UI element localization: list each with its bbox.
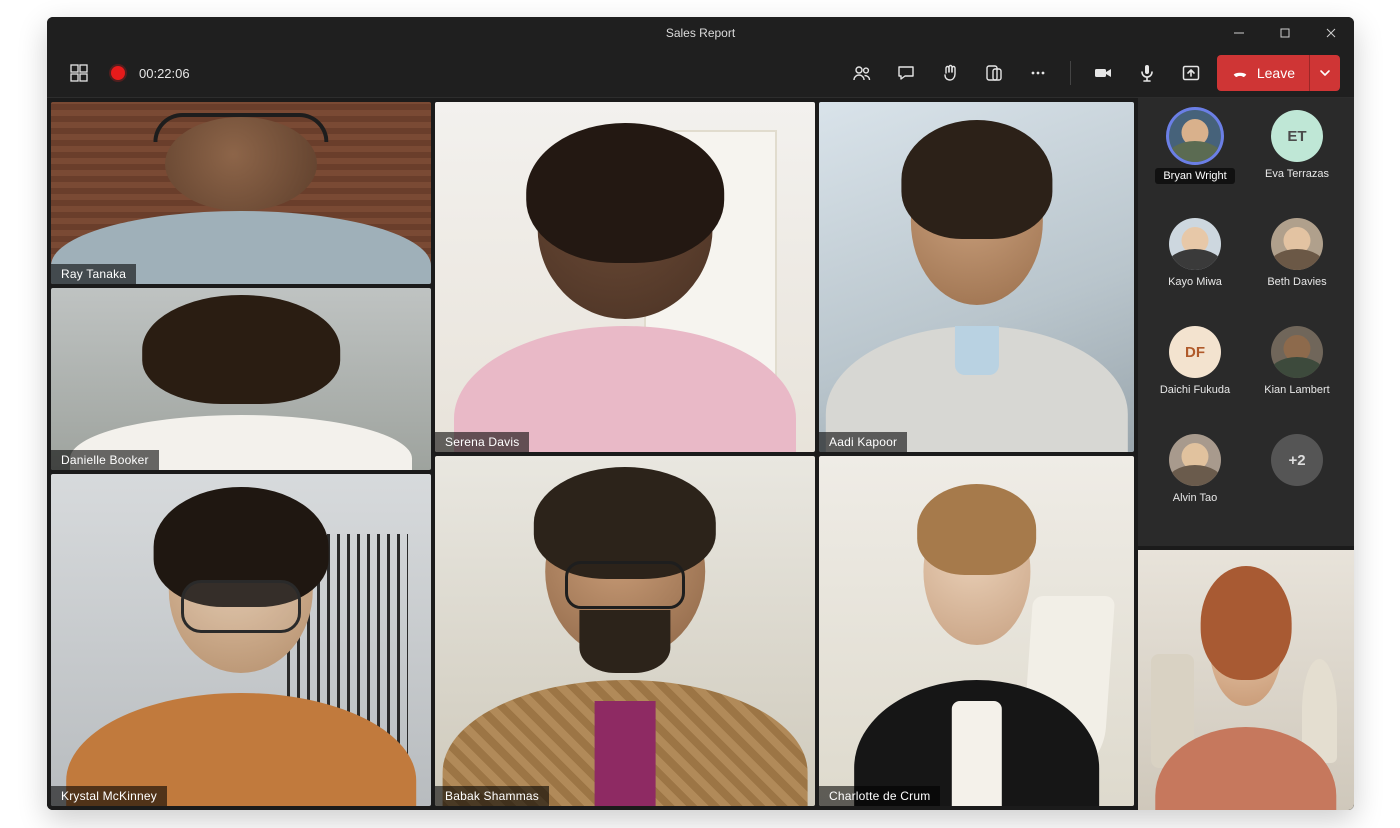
- video-tile[interactable]: Krystal McKinney: [51, 474, 431, 806]
- avatar-label: Alvin Tao: [1173, 492, 1217, 504]
- close-icon: [1326, 28, 1336, 38]
- video-tile[interactable]: Aadi Kapoor: [819, 102, 1134, 452]
- ellipsis-icon: [1028, 63, 1048, 83]
- participant-nametag: Charlotte de Crum: [819, 786, 940, 806]
- participant-video: [819, 102, 1134, 452]
- avatar-label: Eva Terrazas: [1265, 168, 1329, 180]
- chat-button[interactable]: [888, 55, 924, 91]
- avatar: [1169, 218, 1221, 270]
- video-tile[interactable]: Ray Tanaka: [51, 102, 431, 284]
- share-button[interactable]: [1173, 55, 1209, 91]
- window-maximize-button[interactable]: [1262, 17, 1308, 49]
- avatar: [1169, 110, 1221, 162]
- participant-overflow-button[interactable]: +2: [1246, 434, 1348, 542]
- avatar: +2: [1271, 434, 1323, 486]
- window-controls: [1216, 17, 1354, 49]
- window-close-button[interactable]: [1308, 17, 1354, 49]
- window-minimize-button[interactable]: [1216, 17, 1262, 49]
- meeting-body: Serena Davis Aadi Kapoor: [47, 98, 1354, 810]
- titlebar: Sales Report: [47, 17, 1354, 49]
- more-button[interactable]: [1020, 55, 1056, 91]
- participant-avatar[interactable]: Beth Davies: [1246, 218, 1348, 326]
- avatar-label: Kayo Miwa: [1168, 276, 1222, 288]
- avatar-label: Beth Davies: [1267, 276, 1326, 288]
- avatar: [1271, 326, 1323, 378]
- avatar-label: [1295, 492, 1298, 504]
- participant-video: [51, 288, 431, 470]
- leave-label: Leave: [1257, 65, 1295, 81]
- participant-nametag: Ray Tanaka: [51, 264, 136, 284]
- video-tile[interactable]: Danielle Booker: [51, 288, 431, 470]
- participants-overflow-grid: Bryan Wright ET Eva Terrazas Kayo Miwa: [1138, 98, 1354, 546]
- chevron-down-icon: [1319, 67, 1331, 79]
- video-tile[interactable]: Charlotte de Crum: [819, 456, 1134, 806]
- window-title: Sales Report: [666, 26, 735, 40]
- participant-video: [819, 456, 1134, 806]
- leave-options-button[interactable]: [1309, 55, 1340, 91]
- avatar: [1271, 218, 1323, 270]
- avatar-label: Daichi Fukuda: [1160, 384, 1230, 396]
- participant-nametag: Krystal McKinney: [51, 786, 167, 806]
- avatar-label: Bryan Wright: [1155, 168, 1234, 184]
- participant-nametag: Aadi Kapoor: [819, 432, 907, 452]
- meeting-toolbar: 00:22:06: [47, 49, 1354, 98]
- leave-split-button: Leave: [1217, 55, 1340, 91]
- raise-hand-icon: [940, 63, 960, 83]
- video-icon: [1093, 63, 1113, 83]
- participants-panel: Bryan Wright ET Eva Terrazas Kayo Miwa: [1138, 98, 1354, 810]
- participant-avatar[interactable]: ET Eva Terrazas: [1246, 110, 1348, 218]
- overflow-count: +2: [1288, 452, 1305, 469]
- reactions-button[interactable]: [932, 55, 968, 91]
- video-tile[interactable]: Serena Davis: [435, 102, 815, 452]
- participant-video: [435, 456, 815, 806]
- recording-indicator-icon: [111, 66, 125, 80]
- video-stage: Serena Davis Aadi Kapoor: [47, 98, 1138, 810]
- participant-avatar[interactable]: Bryan Wright: [1144, 110, 1246, 218]
- chat-icon: [896, 63, 916, 83]
- avatar-initials: ET: [1287, 128, 1306, 145]
- participant-video: [435, 102, 815, 452]
- call-timer: 00:22:06: [139, 66, 190, 81]
- avatar: [1169, 434, 1221, 486]
- avatar: ET: [1271, 110, 1323, 162]
- avatar: DF: [1169, 326, 1221, 378]
- participant-nametag: Babak Shammas: [435, 786, 549, 806]
- share-screen-icon: [1181, 63, 1201, 83]
- participant-avatar[interactable]: DF Daichi Fukuda: [1144, 326, 1246, 434]
- microphone-icon: [1137, 63, 1157, 83]
- app-window: Sales Report: [47, 17, 1354, 810]
- camera-button[interactable]: [1085, 55, 1121, 91]
- mic-button[interactable]: [1129, 55, 1165, 91]
- breakout-rooms-icon: [984, 63, 1004, 83]
- avatar-initials: DF: [1185, 344, 1205, 361]
- grid-layout-icon: [70, 64, 88, 82]
- participant-nametag: Serena Davis: [435, 432, 529, 452]
- participant-nametag: Danielle Booker: [51, 450, 159, 470]
- layout-button[interactable]: [61, 55, 97, 91]
- maximize-icon: [1280, 28, 1290, 38]
- avatar-label: Kian Lambert: [1264, 384, 1329, 396]
- participant-video: [51, 474, 431, 806]
- people-icon: [852, 63, 872, 83]
- self-video-tile[interactable]: [1138, 546, 1354, 810]
- participant-video: [51, 102, 431, 284]
- self-video: [1138, 550, 1354, 810]
- participants-button[interactable]: [844, 55, 880, 91]
- participant-avatar[interactable]: Alvin Tao: [1144, 434, 1246, 542]
- rooms-button[interactable]: [976, 55, 1012, 91]
- hangup-icon: [1231, 64, 1249, 82]
- leave-button[interactable]: Leave: [1217, 55, 1309, 91]
- participant-avatar[interactable]: Kayo Miwa: [1144, 218, 1246, 326]
- video-tile[interactable]: Babak Shammas: [435, 456, 815, 806]
- minimize-icon: [1234, 28, 1244, 38]
- toolbar-separator: [1070, 61, 1071, 85]
- participant-avatar[interactable]: Kian Lambert: [1246, 326, 1348, 434]
